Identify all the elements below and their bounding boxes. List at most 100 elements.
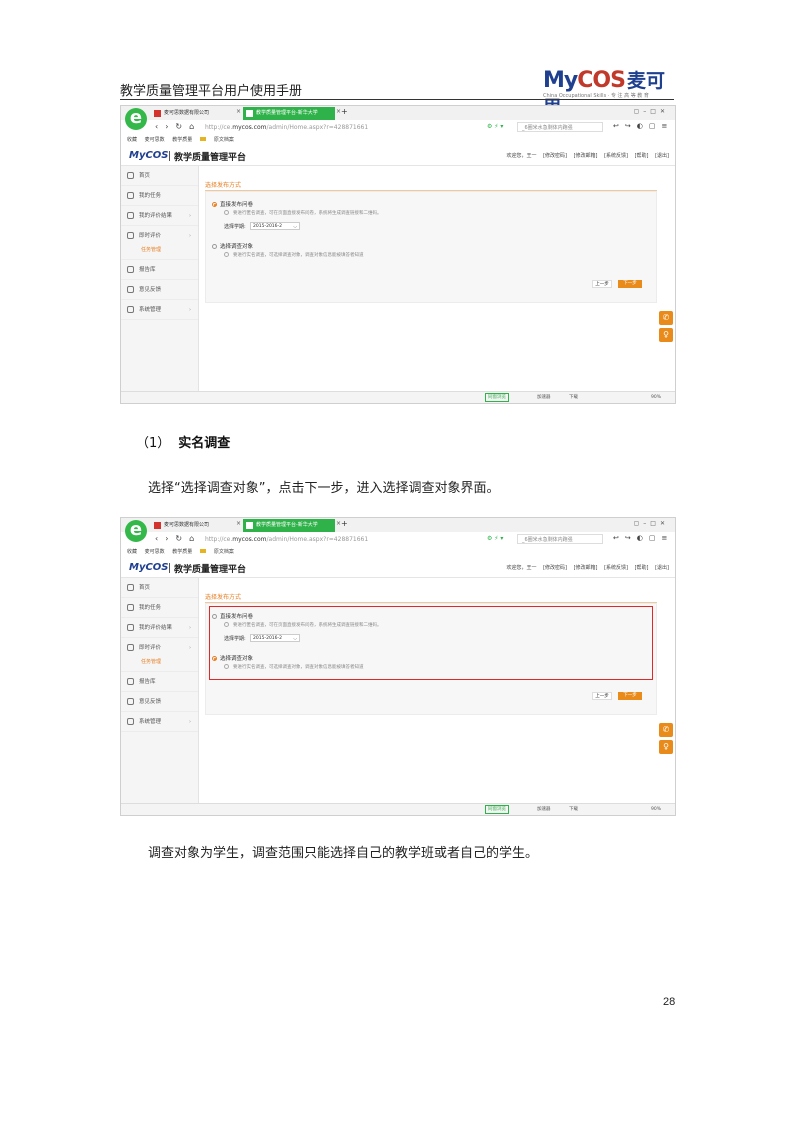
- feedback-link[interactable]: [系统反馈]: [604, 153, 628, 159]
- option-select-target[interactable]: 选择调查对象: [212, 242, 253, 250]
- change-email-link[interactable]: [修改邮箱]: [574, 153, 598, 159]
- qq-icon[interactable]: ♀: [659, 328, 673, 342]
- fav-item[interactable]: 麦可思数: [145, 137, 165, 143]
- close-icon[interactable]: ×: [236, 520, 241, 527]
- sidebar-item-feedback[interactable]: 意见反馈: [121, 280, 198, 300]
- phone-icon[interactable]: ✆: [659, 311, 673, 325]
- toolbar-icons[interactable]: ↩↪◐▢≡: [613, 534, 673, 542]
- fav-item[interactable]: 收藏: [127, 137, 137, 143]
- hint-text: 要进行匿名调查，可在页面直接发布问卷，系统将生成调查链接和二维码。: [224, 210, 382, 216]
- option-direct-publish[interactable]: 直接发布问卷: [212, 200, 253, 208]
- change-email-link[interactable]: [修改邮箱]: [574, 565, 598, 571]
- radio-icon[interactable]: [212, 244, 217, 249]
- user-icon: [127, 192, 134, 199]
- status-item[interactable]: 加速器: [537, 804, 551, 815]
- logout-link[interactable]: [退出]: [655, 153, 669, 159]
- security-icon[interactable]: ⚙ ⚡ ▾: [487, 535, 503, 542]
- url-field[interactable]: http://ce.mycos.com/admin/Home.aspx?r=42…: [205, 535, 483, 544]
- screenshot-1: 麦可思数据有限公司 × 教学质量管理平台-新华大学 × + ▢–□✕ e ‹›↻…: [120, 105, 676, 404]
- main-content: 选择发布方式 直接发布问卷 要进行匿名调查，可在页面直接发布问卷，系统将生成调查…: [199, 166, 675, 392]
- security-icon[interactable]: ⚙ ⚡ ▾: [487, 123, 503, 130]
- home-icon: [127, 172, 134, 179]
- qq-icon[interactable]: ♀: [659, 740, 673, 754]
- fav-item[interactable]: 麦可思数: [145, 549, 165, 555]
- sidebar-item-results[interactable]: 我的评价结果 ›: [121, 206, 198, 226]
- mail-icon: [127, 286, 134, 293]
- status-item[interactable]: 下载: [569, 804, 578, 815]
- zoom-level[interactable]: 90%: [651, 804, 661, 815]
- status-item[interactable]: 下载: [569, 392, 578, 403]
- sidebar-item-results[interactable]: 我的评价结果 ›: [121, 618, 198, 638]
- help-link[interactable]: [帮助]: [635, 153, 649, 159]
- highlight-box: [209, 606, 653, 680]
- prev-step-button[interactable]: 上一步: [592, 280, 612, 288]
- info-icon: [224, 252, 229, 257]
- report-icon: [127, 678, 134, 685]
- sidebar-item-instant[interactable]: 即时评价 › 任务管理: [121, 226, 198, 260]
- logout-link[interactable]: [退出]: [655, 565, 669, 571]
- url-field[interactable]: http://ce.mycos.com/admin/Home.aspx?r=42…: [205, 123, 483, 132]
- radio-icon[interactable]: [212, 202, 217, 207]
- fav-item[interactable]: 收藏: [127, 549, 137, 555]
- status-item[interactable]: 同窗浏览: [485, 393, 509, 402]
- status-item[interactable]: 同窗浏览: [485, 805, 509, 814]
- folder-icon: [199, 549, 206, 553]
- browser-tab-1[interactable]: 麦可思数据有限公司: [151, 107, 237, 120]
- feedback-link[interactable]: [系统反馈]: [604, 565, 628, 571]
- report-icon: [127, 266, 134, 273]
- sidebar-item-system[interactable]: 系统管理 ›: [121, 300, 198, 320]
- phone-icon[interactable]: ✆: [659, 723, 673, 737]
- sidebar-item-reports[interactable]: 报告库: [121, 672, 198, 692]
- fav-item[interactable]: 原文档案: [214, 137, 234, 143]
- next-step-button[interactable]: 下一步: [618, 280, 642, 288]
- address-bar: ‹›↻⌂ http://ce.mycos.com/admin/Home.aspx…: [121, 120, 675, 136]
- logo-sub: China Occupational Skills · 专 注 高 等 教 育: [543, 93, 649, 99]
- app-title: 教学质量管理平台: [174, 565, 247, 575]
- sidebar-item-tasks[interactable]: 我的任务: [121, 598, 198, 618]
- sidebar-item-instant[interactable]: 即时评价 › 任务管理: [121, 638, 198, 672]
- tab-label: 教学质量管理平台-新华大学: [256, 522, 318, 528]
- fav-item[interactable]: 教学质量: [172, 137, 192, 143]
- paragraph-2: 调查对象为学生，调查范围只能选择自己的教学班或者自己的学生。: [148, 846, 539, 861]
- toolbar-icons[interactable]: ↩↪◐▢≡: [613, 122, 673, 130]
- sidebar-item-home[interactable]: 首页: [121, 578, 198, 598]
- nav-buttons[interactable]: ‹›↻⌂: [155, 534, 201, 543]
- app-header: MyCOS 教学质量管理平台 欢迎您，王一 [修改密码] [修改邮箱] [系统反…: [121, 146, 675, 166]
- mail-icon: [127, 698, 134, 705]
- sidebar-item-reports[interactable]: 报告库: [121, 260, 198, 280]
- next-step-button[interactable]: 下一步: [618, 692, 642, 700]
- sidebar-item-feedback[interactable]: 意见反馈: [121, 692, 198, 712]
- search-field[interactable]: _6圈米水急剩体内跑强: [517, 122, 603, 132]
- chevron-icon: ›: [189, 719, 191, 725]
- browser-tab-2[interactable]: 教学质量管理平台-新华大学: [243, 519, 335, 532]
- sidebar-item-home[interactable]: 首页: [121, 166, 198, 186]
- chart-icon: [127, 212, 134, 219]
- sidebar-sub-task-manage[interactable]: 任务管理: [141, 652, 161, 672]
- browser-tab-2[interactable]: 教学质量管理平台-新华大学: [243, 107, 335, 120]
- sidebar-item-tasks[interactable]: 我的任务: [121, 186, 198, 206]
- browser-statusbar: 同窗浏览 加速器 下载 90%: [121, 803, 675, 815]
- change-password-link[interactable]: [修改密码]: [543, 565, 567, 571]
- user-links: 欢迎您，王一 [修改密码] [修改邮箱] [系统反馈] [帮助] [退出]: [501, 564, 669, 571]
- new-tab-icon[interactable]: +: [341, 519, 348, 528]
- chevron-icon: ›: [189, 625, 191, 631]
- search-field[interactable]: _6圈米水急剩体内跑强: [517, 534, 603, 544]
- fav-item[interactable]: 原文档案: [214, 549, 234, 555]
- fav-item[interactable]: 教学质量: [172, 549, 192, 555]
- new-tab-icon[interactable]: +: [341, 107, 348, 116]
- change-password-link[interactable]: [修改密码]: [543, 153, 567, 159]
- sidebar-sub-task-manage[interactable]: 任务管理: [141, 240, 161, 260]
- status-item[interactable]: 加速器: [537, 392, 551, 403]
- window-controls[interactable]: ▢–□✕: [634, 108, 669, 115]
- zoom-level[interactable]: 90%: [651, 392, 661, 403]
- prev-step-button[interactable]: 上一步: [592, 692, 612, 700]
- semester-select[interactable]: 2015-2016-2 ⌵: [250, 222, 300, 230]
- window-controls[interactable]: ▢–□✕: [634, 520, 669, 527]
- sidebar-item-system[interactable]: 系统管理 ›: [121, 712, 198, 732]
- nav-buttons[interactable]: ‹›↻⌂: [155, 122, 201, 131]
- browser-tab-1[interactable]: 麦可思数据有限公司: [151, 519, 237, 532]
- sidebar: 首页 我的任务 我的评价结果 › 即时评价 › 任务管理 报告库 意见反馈 系统管理 ›: [121, 578, 199, 804]
- help-link[interactable]: [帮助]: [635, 565, 649, 571]
- close-icon[interactable]: ×: [236, 108, 241, 115]
- app-logo: MyCOS: [129, 562, 169, 573]
